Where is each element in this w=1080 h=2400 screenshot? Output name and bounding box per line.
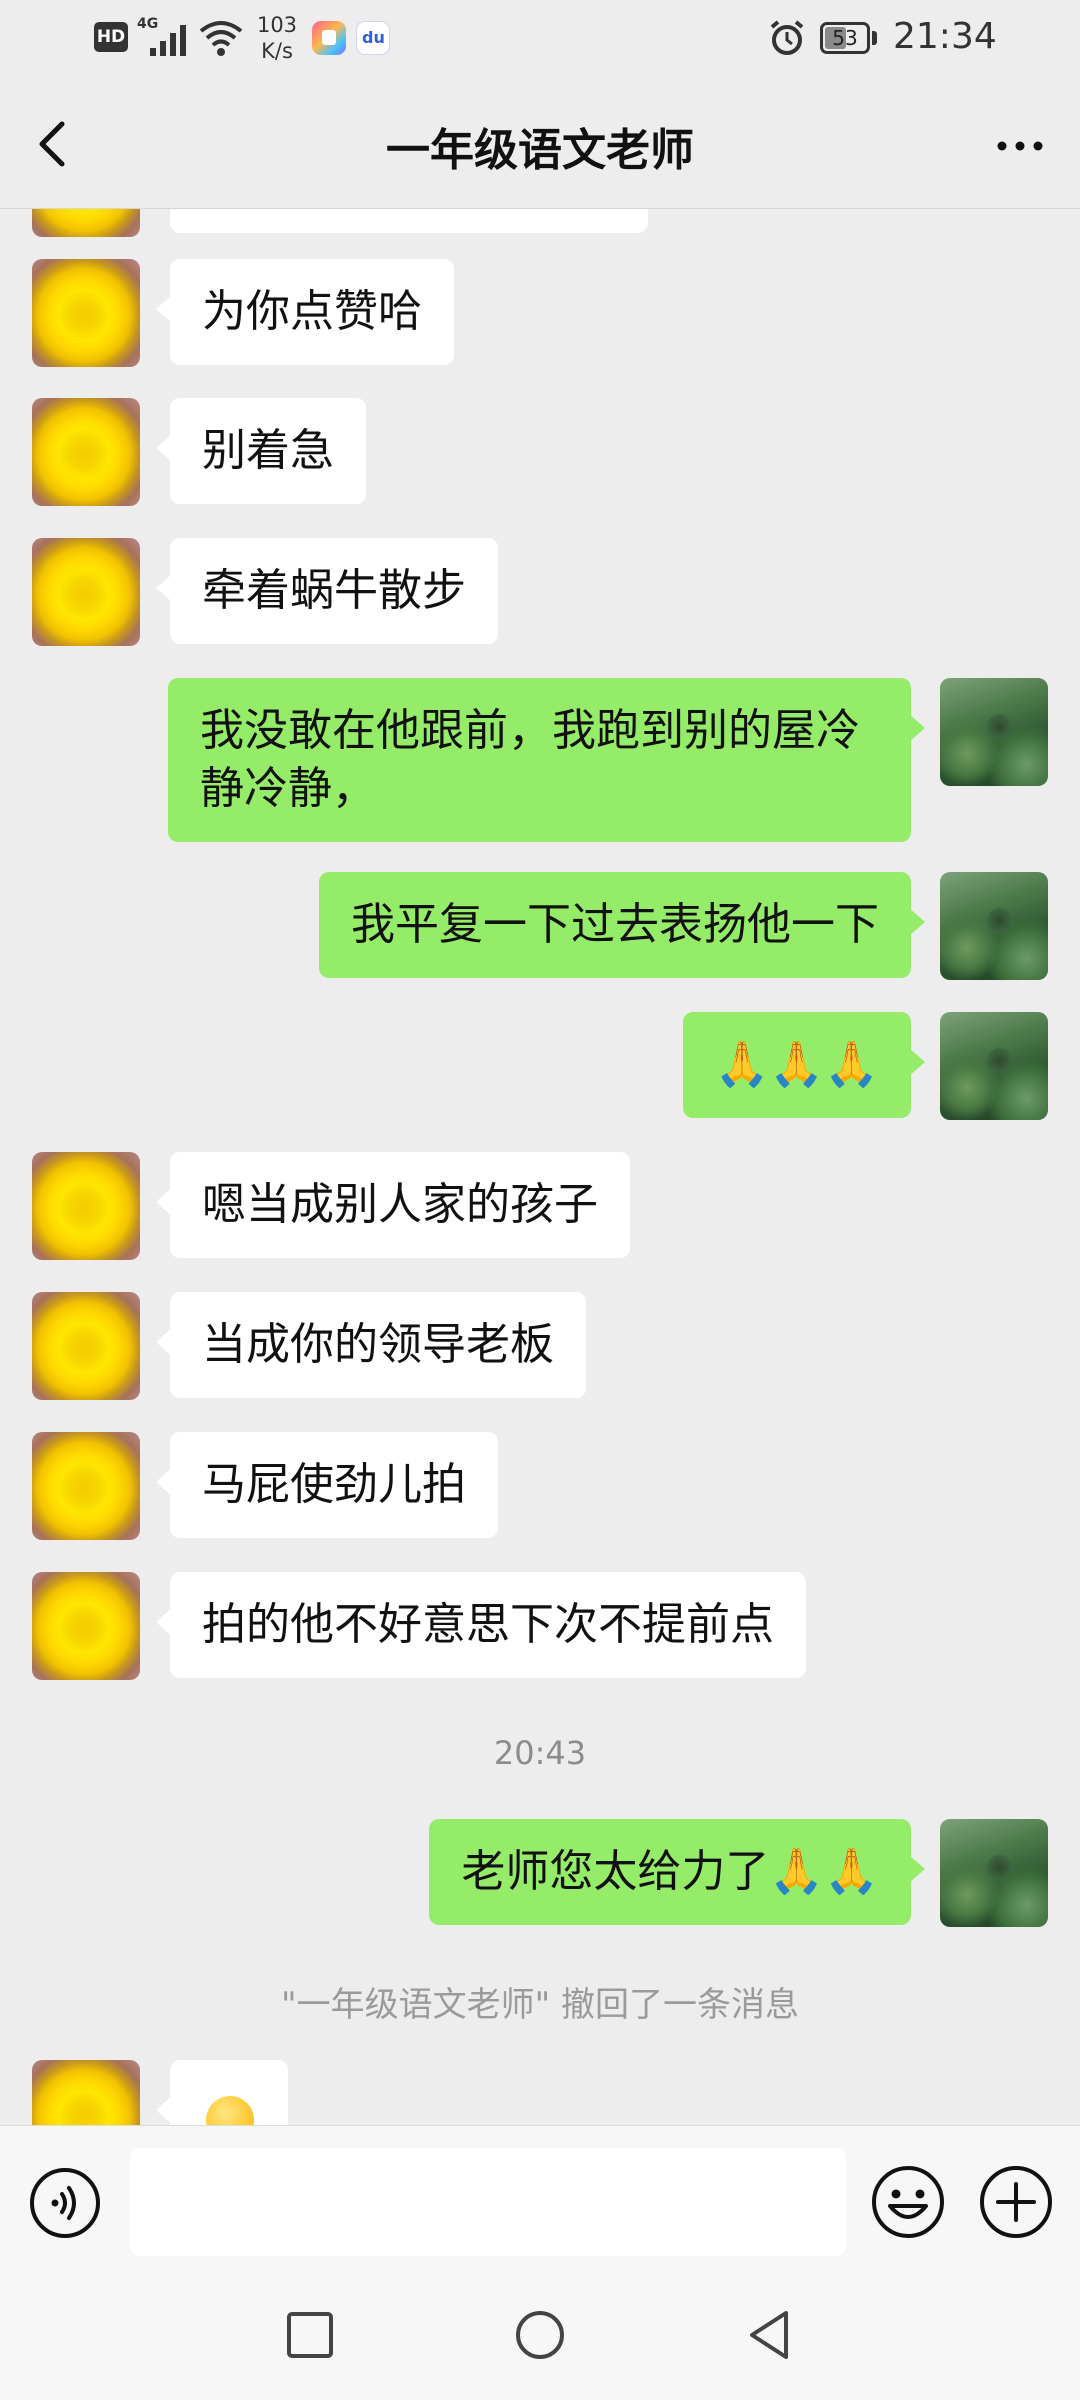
contact-avatar[interactable] bbox=[32, 259, 140, 367]
back-icon[interactable] bbox=[28, 114, 78, 174]
message-timestamp: 20:43 bbox=[493, 1734, 587, 1772]
my-avatar[interactable] bbox=[940, 872, 1048, 980]
chat-header: 一年级语文老师 bbox=[0, 80, 1080, 209]
plus-icon[interactable] bbox=[978, 2164, 1054, 2240]
recent-apps-icon[interactable] bbox=[280, 2305, 340, 2365]
network-speed-unit: K/s bbox=[261, 39, 293, 63]
recall-notice: "一年级语文老师" 撤回了一条消息 bbox=[280, 1985, 800, 2025]
system-navigation-bar bbox=[0, 2265, 1080, 2400]
contact-avatar[interactable] bbox=[32, 398, 140, 506]
chat-title: 一年级语文老师 bbox=[386, 125, 694, 176]
baidu-app-icon: du bbox=[356, 21, 390, 55]
emoji-icon[interactable] bbox=[870, 2164, 946, 2240]
message-bubble-incoming[interactable]: 牵着蜗牛散步 bbox=[156, 538, 498, 644]
my-avatar[interactable] bbox=[940, 1012, 1048, 1120]
input-bar bbox=[0, 2125, 1080, 2266]
message-bubble-incoming[interactable]: 拍的他不好意思下次不提前点 bbox=[156, 1572, 806, 1678]
message-bubble-outgoing[interactable]: 🙏🙏🙏 bbox=[682, 1012, 926, 1118]
clock: 21:34 bbox=[893, 16, 997, 57]
contact-avatar[interactable] bbox=[32, 2060, 140, 2125]
battery-tip bbox=[872, 31, 877, 45]
contact-avatar[interactable] bbox=[32, 209, 140, 237]
message-bubble-incoming[interactable]: 为你点赞哈 bbox=[156, 259, 454, 365]
smile-emoji-icon bbox=[206, 2096, 254, 2125]
message-bubble-incoming[interactable]: 嗯当成别人家的孩子 bbox=[156, 1152, 630, 1258]
wechat-chat-screen: HD 4G 103 K/s du 53 21:34 一年级语文老师 为你点赞哈 … bbox=[0, 0, 1080, 2400]
my-avatar[interactable] bbox=[940, 678, 1048, 786]
message-list[interactable]: 为你点赞哈 别着急 牵着蜗牛散步 我没敢在他跟前，我跑到别的屋冷静冷静， 我平复… bbox=[0, 209, 1080, 2125]
contact-avatar[interactable] bbox=[32, 1292, 140, 1400]
message-bubble-sticker[interactable] bbox=[156, 2060, 288, 2125]
message-bubble-incoming[interactable]: 当成你的领导老板 bbox=[156, 1292, 586, 1398]
status-bar: HD 4G 103 K/s du 53 21:34 bbox=[0, 0, 1080, 80]
back-nav-icon[interactable] bbox=[740, 2305, 800, 2365]
voice-icon[interactable] bbox=[28, 2166, 102, 2240]
hd-badge: HD bbox=[94, 22, 128, 52]
contact-avatar[interactable] bbox=[32, 1572, 140, 1680]
message-bubble-outgoing[interactable]: 我平复一下过去表扬他一下 bbox=[319, 872, 925, 978]
battery-icon: 53 bbox=[820, 22, 870, 54]
contact-avatar[interactable] bbox=[32, 1152, 140, 1260]
signal-icon bbox=[150, 25, 186, 56]
message-bubble-incoming[interactable]: 别着急 bbox=[156, 398, 366, 504]
message-bubble-outgoing[interactable]: 老师您太给力了🙏🙏 bbox=[429, 1819, 925, 1925]
network-speed: 103 K/s bbox=[255, 12, 299, 64]
contact-avatar[interactable] bbox=[32, 538, 140, 646]
message-bubble-incoming[interactable]: 马屁使劲儿拍 bbox=[156, 1432, 498, 1538]
wifi-icon bbox=[199, 21, 243, 56]
network-speed-value: 103 bbox=[256, 13, 298, 37]
my-avatar[interactable] bbox=[940, 1819, 1048, 1927]
more-icon[interactable] bbox=[990, 126, 1050, 166]
message-bubble-partial[interactable] bbox=[170, 209, 648, 233]
battery-level: 53 bbox=[832, 26, 858, 50]
home-icon[interactable] bbox=[510, 2305, 570, 2365]
notification-app-icon bbox=[312, 21, 346, 55]
alarm-icon bbox=[770, 20, 804, 55]
message-bubble-outgoing[interactable]: 我没敢在他跟前，我跑到别的屋冷静冷静， bbox=[168, 678, 925, 842]
contact-avatar[interactable] bbox=[32, 1432, 140, 1540]
message-input[interactable] bbox=[130, 2148, 846, 2256]
